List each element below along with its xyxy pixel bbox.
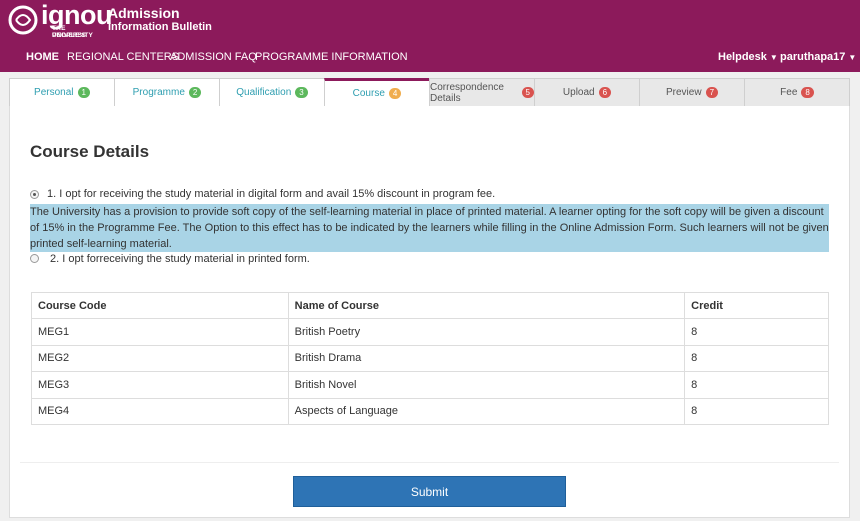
table-row: MEG4 Aspects of Language 8 xyxy=(31,397,829,425)
table-header-row: Course Code Name of Course Credit xyxy=(31,291,829,320)
step-tabs: Personal 1 Programme 2 Qualification 3 Cour… xyxy=(9,78,850,107)
logo-wordmark: ignou xyxy=(41,0,112,30)
nav-programme-information-link[interactable]: PROGRAMME INFORMATION xyxy=(255,51,408,63)
tab-course[interactable]: Course 4 xyxy=(324,78,430,107)
printed-material-option-label[interactable]: 2. I opt forreceiving the study material… xyxy=(50,253,310,265)
tab-correspondence-details[interactable]: Correspondence Details 5 xyxy=(429,78,535,107)
tab-qualification[interactable]: Qualification 3 xyxy=(219,78,325,107)
course-code-cell: MEG3 xyxy=(31,371,289,399)
caret-down-icon: ▼ xyxy=(848,53,857,62)
step-badge: 7 xyxy=(705,87,719,98)
credit-cell: 8 xyxy=(684,397,829,425)
tab-label: Correspondence Details xyxy=(430,81,504,104)
caret-down-icon: ▼ xyxy=(769,53,778,62)
course-table: Course Code Name of Course Credit MEG1 B… xyxy=(31,291,829,425)
course-code-cell: MEG2 xyxy=(31,344,289,373)
digital-material-option-label[interactable]: 1. I opt for receiving the study materia… xyxy=(47,188,495,200)
credit-cell: 8 xyxy=(684,344,829,373)
brand-title: Admission xyxy=(108,5,180,21)
nav-regional-centers-link[interactable]: REGIONAL CENTERS xyxy=(67,51,179,63)
column-header-credit: Credit xyxy=(684,291,829,320)
course-name-cell: British Poetry xyxy=(287,318,686,346)
submit-button[interactable]: Submit xyxy=(293,476,566,507)
tab-label: Personal xyxy=(34,87,74,98)
brand-subtitle: Information Bulletin xyxy=(108,21,212,33)
table-row: MEG1 British Poetry 8 xyxy=(31,318,829,346)
step-badge: 1 xyxy=(77,87,90,98)
tab-personal[interactable]: Personal 1 xyxy=(9,78,115,107)
logo-tagline-2: UNIVERSITY xyxy=(52,32,94,39)
header-bar: ignou THE PEOPLE'S UNIVERSITY Admission … xyxy=(0,0,860,72)
tab-programme[interactable]: Programme 2 xyxy=(114,78,220,107)
digital-material-radio[interactable] xyxy=(30,190,39,199)
printed-material-radio[interactable] xyxy=(30,254,39,263)
helpdesk-label: Helpdesk xyxy=(718,51,767,63)
tab-label: Course xyxy=(352,88,385,99)
step-badge: 6 xyxy=(598,87,612,98)
column-header-course-name: Name of Course xyxy=(287,291,686,320)
nav-helpdesk-dropdown[interactable]: Helpdesk ▼ xyxy=(718,51,778,63)
nav-user-dropdown[interactable]: paruthapa17 ▼ xyxy=(780,51,856,63)
tab-label: Preview xyxy=(665,87,702,98)
nav-home-link[interactable]: HOME xyxy=(26,51,59,63)
page-title: Course Details xyxy=(30,142,150,161)
tab-label: Fee xyxy=(780,87,798,98)
course-name-cell: British Drama xyxy=(287,344,686,373)
course-code-cell: MEG1 xyxy=(31,318,289,346)
step-badge: 3 xyxy=(295,87,308,98)
table-row: MEG3 British Novel 8 xyxy=(31,371,829,399)
user-label: paruthapa17 xyxy=(780,51,846,63)
soft-copy-info-text: The University has a provision to provid… xyxy=(30,204,829,252)
course-name-cell: British Novel xyxy=(287,371,686,399)
step-badge: 5 xyxy=(521,87,534,98)
nav-admission-faq-link[interactable]: ADMISSION FAQ xyxy=(170,51,257,63)
tab-label: Programme xyxy=(132,87,185,98)
tab-fee[interactable]: Fee 8 xyxy=(744,78,850,107)
tab-preview[interactable]: Preview 7 xyxy=(639,78,745,107)
ignou-logo[interactable]: ignou THE PEOPLE'S UNIVERSITY xyxy=(8,2,112,39)
table-row: MEG2 British Drama 8 xyxy=(31,344,829,373)
divider xyxy=(20,462,839,463)
column-header-course-code: Course Code xyxy=(31,291,289,320)
credit-cell: 8 xyxy=(684,371,829,399)
course-code-cell: MEG4 xyxy=(31,397,289,425)
course-name-cell: Aspects of Language xyxy=(287,397,686,425)
tab-label: Upload xyxy=(562,87,595,98)
step-badge: 2 xyxy=(188,87,202,98)
ignou-emblem-icon xyxy=(8,5,38,35)
credit-cell: 8 xyxy=(684,318,829,346)
step-badge: 8 xyxy=(801,87,814,98)
step-badge: 4 xyxy=(388,88,402,99)
tab-upload[interactable]: Upload 6 xyxy=(534,78,640,107)
tab-label: Qualification xyxy=(236,87,292,98)
